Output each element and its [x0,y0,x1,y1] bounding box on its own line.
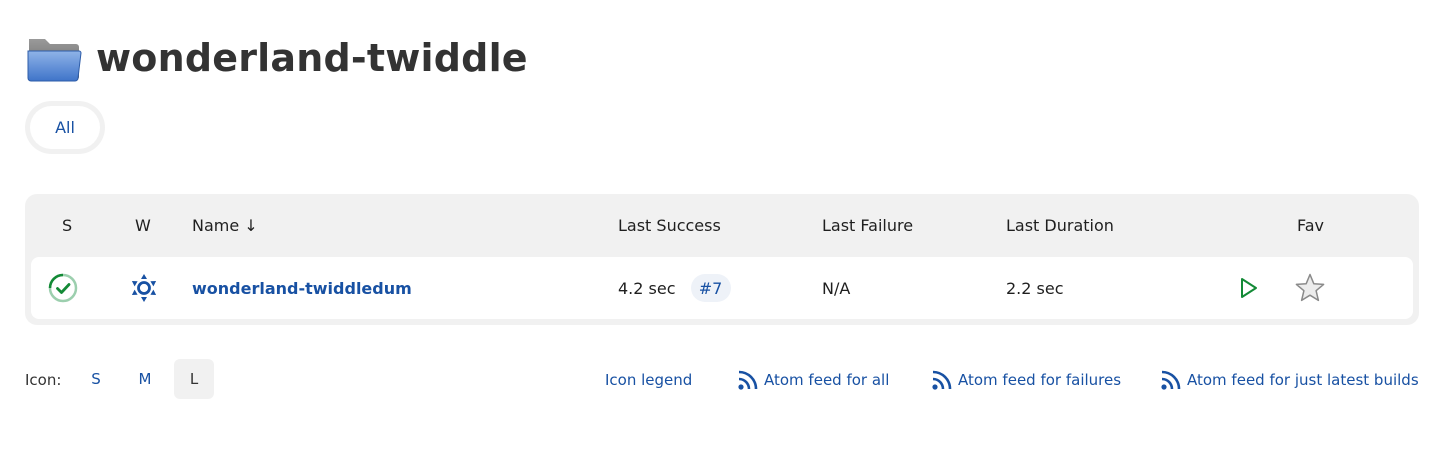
success-check-icon[interactable] [47,272,79,304]
last-failure-value: N/A [822,278,851,298]
icon-size-large-button[interactable]: L [174,359,214,399]
icon-size-small-button[interactable]: S [76,359,116,399]
view-tabs: All [25,101,105,154]
rss-feed-icon [1161,370,1181,390]
column-header-last-duration[interactable]: Last Duration [1006,214,1114,238]
build-play-icon[interactable] [1234,274,1262,302]
column-header-last-failure[interactable]: Last Failure [822,214,913,238]
last-failure-cell: N/A [822,257,850,319]
column-header-weather[interactable]: W [135,214,151,238]
folder-icon [27,39,82,82]
column-header-fav[interactable]: Fav [1297,214,1324,238]
last-duration-value: 2.2 sec [1006,278,1064,298]
jobs-table: S W Name ↓ Last Success Last Failure Las… [25,194,1419,325]
rss-feed-icon [738,370,758,390]
page-header: wonderland-twiddle [26,32,528,84]
last-success-value: 4.2 sec [618,278,676,298]
name-cell: wonderland-twiddledum [192,257,412,319]
atom-feed-latest-label: Atom feed for just latest builds [1187,371,1419,389]
tab-all[interactable]: All [30,106,100,149]
atom-feed-failures-link[interactable]: Atom feed for failures [931,368,1121,392]
icon-legend-link[interactable]: Icon legend [605,368,692,392]
atom-feed-latest-link[interactable]: Atom feed for just latest builds [1160,368,1419,392]
last-success-cell: 4.2 sec #7 [618,257,731,319]
build-number-badge[interactable]: #7 [690,274,731,302]
sunny-weather-icon[interactable] [128,272,160,304]
last-duration-cell: 2.2 sec [1006,257,1064,319]
rss-feed-icon [932,370,952,390]
favorite-star-icon[interactable] [1294,272,1326,304]
atom-feed-all-label: Atom feed for all [764,371,890,389]
status-cell [47,257,79,319]
icon-legend-label: Icon legend [605,371,693,389]
atom-feed-failures-label: Atom feed for failures [958,371,1122,389]
column-header-last-success[interactable]: Last Success [618,214,721,238]
icon-size-label: Icon: [25,371,62,389]
page-title: wonderland-twiddle [96,36,528,80]
weather-cell [128,257,160,319]
column-header-name[interactable]: Name ↓ [192,214,258,238]
job-link[interactable]: wonderland-twiddledum [192,279,412,298]
icon-size-medium-button[interactable]: M [125,359,165,399]
column-header-status[interactable]: S [62,214,72,238]
atom-feed-all-link[interactable]: Atom feed for all [737,368,889,392]
fav-cell [1294,257,1326,319]
build-action-cell [1234,257,1262,319]
table-row: wonderland-twiddledum 4.2 sec #7 N/A 2.2… [31,257,1413,319]
